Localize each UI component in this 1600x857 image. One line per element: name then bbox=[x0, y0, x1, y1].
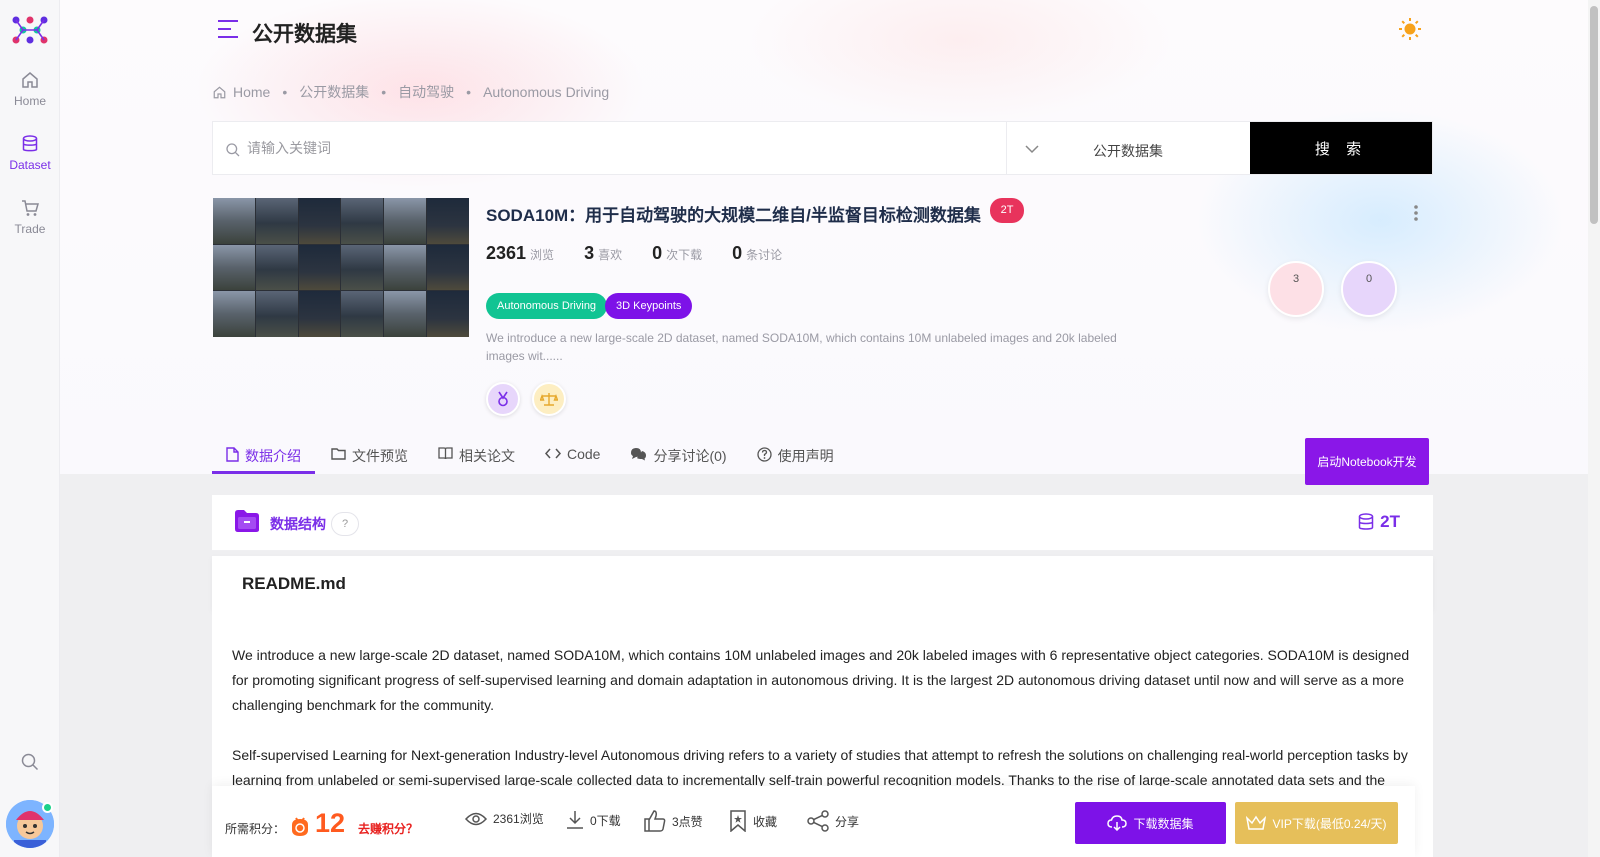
breadcrumb-current: Autonomous Driving bbox=[483, 84, 610, 100]
views-action[interactable]: 2361浏览 bbox=[465, 810, 544, 827]
breadcrumb-datasets[interactable]: 公开数据集 bbox=[299, 82, 369, 102]
stat-downloads: 0 次下载 bbox=[652, 243, 703, 263]
tag-3d-keypoints[interactable]: 3D Keypoints bbox=[605, 293, 693, 319]
launch-notebook-button[interactable]: 启动Notebook开发 bbox=[1305, 438, 1429, 485]
share-action[interactable]: 分享 bbox=[807, 810, 859, 832]
favorite-action[interactable]: 收藏 bbox=[729, 810, 777, 832]
like-count-bubble: 3 bbox=[1268, 261, 1324, 317]
breadcrumb-separator: • bbox=[466, 84, 472, 100]
earn-points-link[interactable]: 去赚积分？ bbox=[358, 820, 418, 837]
breadcrumb-home[interactable]: Home bbox=[233, 84, 270, 100]
dataset-description: We introduce a new large-scale 2D datase… bbox=[486, 331, 1117, 363]
sidebar-item-trade[interactable]: Trade bbox=[0, 198, 60, 236]
stat-likes: 3 喜欢 bbox=[584, 243, 623, 263]
vip-download-button[interactable]: VIP下载(最低0.24/天) bbox=[1235, 802, 1398, 844]
cost-value: 12 bbox=[315, 808, 346, 838]
breadcrumb-separator: • bbox=[381, 84, 387, 100]
breadcrumb: Home • 公开数据集 • 自动驾驶 • Autonomous Driving bbox=[212, 82, 609, 102]
share-icon bbox=[807, 810, 829, 832]
page-title: 公开数据集 bbox=[252, 23, 357, 46]
total-size: 2T bbox=[1358, 512, 1400, 532]
sidebar-item-dataset[interactable]: Dataset bbox=[0, 134, 60, 172]
more-options-icon[interactable] bbox=[1413, 204, 1419, 222]
bottom-action-bar: 所需积分： 12 去赚积分？ 2361浏览 0下载 3点赞 收藏 分享 下载数据… bbox=[212, 786, 1415, 857]
scrollbar-thumb[interactable] bbox=[1590, 6, 1598, 224]
downloads-action[interactable]: 0下载 bbox=[566, 810, 621, 830]
breadcrumb-category[interactable]: 自动驾驶 bbox=[398, 82, 454, 102]
cost-label: 所需积分： bbox=[225, 822, 286, 836]
data-structure-label[interactable]: 数据结构 bbox=[270, 514, 326, 534]
coin-icon bbox=[292, 817, 308, 836]
bookmark-icon bbox=[730, 810, 746, 832]
question-icon bbox=[756, 447, 772, 462]
scale-icon bbox=[532, 382, 566, 416]
sidebar-item-label: Trade bbox=[14, 222, 46, 236]
download-icon bbox=[567, 811, 583, 829]
category-select-value: 公开数据集 bbox=[1093, 143, 1163, 159]
folder-icon bbox=[331, 448, 346, 460]
comments-icon bbox=[631, 448, 647, 461]
search-input[interactable] bbox=[213, 122, 1006, 174]
tab-code[interactable]: Code bbox=[543, 440, 602, 474]
thumbs-up-icon bbox=[644, 810, 666, 832]
dataset-title: SODA10M：用于自动驾驶的大规模二维自/半监督目标检测数据集 bbox=[486, 206, 981, 225]
readme-header: README.md bbox=[212, 556, 1433, 610]
code-icon bbox=[545, 448, 561, 459]
search-button[interactable]: 搜 索 bbox=[1250, 122, 1432, 174]
database-icon bbox=[1358, 513, 1374, 530]
database-icon bbox=[22, 135, 38, 152]
category-select[interactable]: 公开数据集 bbox=[1006, 122, 1250, 174]
sidebar-item-label: Dataset bbox=[9, 158, 51, 172]
tag-autonomous-driving[interactable]: Autonomous Driving bbox=[486, 293, 608, 319]
menu-icon[interactable] bbox=[217, 19, 239, 39]
search-bar: 公开数据集 搜 索 bbox=[212, 121, 1433, 175]
search-icon bbox=[226, 143, 240, 157]
tab-bar: 数据介绍 文件预览 相关论文 Code 分享讨论(0) 使用声明 bbox=[212, 440, 862, 474]
like-action[interactable]: 3点赞 bbox=[644, 810, 703, 832]
tab-discussion[interactable]: 分享讨论(0) bbox=[628, 440, 728, 474]
help-button[interactable]: ? bbox=[331, 512, 359, 536]
cloud-download-icon bbox=[1107, 815, 1128, 831]
folder-icon bbox=[235, 510, 259, 532]
tab-file-preview[interactable]: 文件预览 bbox=[329, 440, 410, 474]
dataset-stats: 2361 浏览 3 喜欢 0 次下载 0 条讨论 bbox=[486, 243, 812, 264]
sidebar-item-home[interactable]: Home bbox=[0, 70, 60, 108]
eye-icon bbox=[465, 812, 487, 825]
sidebar: Home Dataset Trade bbox=[0, 0, 60, 857]
size-badge: 2T bbox=[990, 198, 1024, 223]
star-count-bubble: 0 bbox=[1341, 261, 1397, 317]
home-icon bbox=[22, 72, 38, 88]
tab-data-intro[interactable]: 数据介绍 bbox=[212, 440, 315, 474]
stat-discussions: 0 条讨论 bbox=[732, 243, 783, 263]
download-dataset-button[interactable]: 下载数据集 bbox=[1075, 802, 1226, 844]
data-structure-bar: 数据结构 ? 2T bbox=[212, 495, 1433, 551]
file-icon bbox=[226, 447, 239, 462]
medal-icon bbox=[486, 382, 520, 416]
sidebar-item-label: Home bbox=[13, 94, 46, 108]
logo-icon[interactable] bbox=[10, 14, 50, 46]
online-status-dot bbox=[42, 802, 53, 813]
book-icon bbox=[438, 447, 453, 460]
theme-toggle-icon[interactable] bbox=[1398, 17, 1422, 41]
search-icon[interactable] bbox=[20, 752, 40, 772]
tab-papers[interactable]: 相关论文 bbox=[436, 440, 517, 474]
home-icon bbox=[213, 85, 226, 98]
tab-usage-statement[interactable]: 使用声明 bbox=[755, 440, 836, 474]
readme-paragraph: We introduce a new large-scale 2D datase… bbox=[232, 647, 1410, 713]
cart-icon bbox=[22, 200, 39, 216]
dataset-thumbnail[interactable] bbox=[213, 198, 469, 337]
breadcrumb-separator: • bbox=[282, 84, 288, 100]
readme-filename: README.md bbox=[242, 574, 346, 593]
stat-views: 2361 浏览 bbox=[486, 243, 555, 263]
chevron-down-icon bbox=[1025, 145, 1039, 154]
crown-icon bbox=[1246, 815, 1267, 830]
